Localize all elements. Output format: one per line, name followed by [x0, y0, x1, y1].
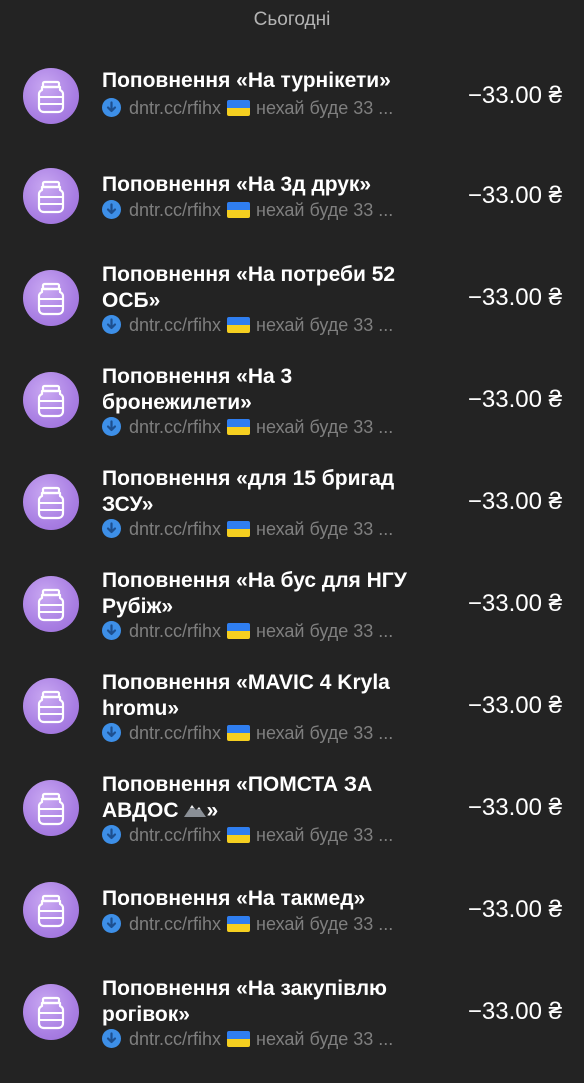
ukraine-flag-icon — [227, 317, 251, 333]
transaction-link: dntr.cc/rfihx — [129, 98, 222, 118]
link-arrow-icon — [102, 417, 121, 436]
link-arrow-icon — [102, 519, 121, 538]
transaction-link: dntr.cc/rfihx — [129, 723, 222, 743]
transaction-subtitle: dntr.cc/rfihx нехай буде 33 ... — [102, 199, 432, 221]
jar-icon — [23, 984, 79, 1040]
jar-icon — [23, 68, 79, 124]
transaction-note: нехай буде 33 ... — [256, 98, 394, 118]
transaction-note: нехай буде 33 ... — [256, 519, 394, 539]
transaction-amount: −33.00 ₴ — [467, 488, 562, 515]
ukraine-flag-icon — [227, 521, 251, 537]
transaction-amount: −33.00 ₴ — [467, 692, 562, 719]
transaction-note: нехай буде 33 ... — [256, 825, 394, 845]
transaction-subtitle: dntr.cc/rfihx нехай буде 33 ... — [102, 416, 432, 438]
transaction-row[interactable]: Поповнення «На 3д друк» dntr.cc/rfihx нех… — [0, 162, 584, 262]
transaction-row[interactable]: Поповнення «На закупівлю рогівок» dntr.cc… — [0, 976, 584, 1076]
transaction-amount: −33.00 ₴ — [467, 896, 562, 923]
transaction-subtitle: dntr.cc/rfihx нехай буде 33 ... — [102, 97, 432, 119]
ukraine-flag-icon — [227, 1031, 251, 1047]
transaction-link: dntr.cc/rfihx — [129, 200, 222, 220]
transaction-title: Поповнення «На такмед» — [102, 887, 366, 910]
transaction-note: нехай буде 33 ... — [256, 315, 394, 335]
jar-icon — [23, 780, 79, 836]
transaction-amount: −33.00 ₴ — [467, 998, 562, 1025]
ukraine-flag-icon — [227, 623, 251, 639]
mountain-icon — [183, 805, 206, 817]
transaction-subtitle: dntr.cc/rfihx нехай буде 33 ... — [102, 1028, 432, 1050]
transaction-row[interactable]: Поповнення «На турнікети» dntr.cc/rfihx н… — [0, 60, 584, 160]
transaction-subtitle: dntr.cc/rfihx нехай буде 33 ... — [102, 518, 432, 540]
transaction-note: нехай буде 33 ... — [256, 914, 394, 934]
transaction-title: Поповнення «На турнікети» — [102, 69, 391, 92]
link-arrow-icon — [102, 315, 121, 334]
transaction-title: Поповнення «На бус для НГУ Рубіж» — [102, 569, 407, 618]
transaction-title: Поповнення «ПОМСТА ЗА АВДОС» — [102, 773, 373, 822]
transaction-link: dntr.cc/rfihx — [129, 417, 222, 437]
link-arrow-icon — [102, 621, 121, 640]
transaction-amount: −33.00 ₴ — [467, 386, 562, 413]
transaction-row[interactable]: Поповнення «ПОМСТА ЗА АВДОС» dntr.cc/rfi… — [0, 772, 584, 872]
ukraine-flag-icon — [227, 827, 251, 843]
transaction-title: Поповнення «На 3д друк» — [102, 173, 372, 196]
transaction-note: нехай буде 33 ... — [256, 200, 394, 220]
transaction-amount: −33.00 ₴ — [467, 794, 562, 821]
ukraine-flag-icon — [227, 100, 251, 116]
link-arrow-icon — [102, 825, 121, 844]
transaction-link: dntr.cc/rfihx — [129, 1029, 222, 1049]
transaction-link: dntr.cc/rfihx — [129, 315, 222, 335]
ukraine-flag-icon — [227, 916, 251, 932]
jar-icon — [23, 372, 79, 428]
jar-icon — [23, 168, 79, 224]
jar-icon — [23, 678, 79, 734]
ukraine-flag-icon — [227, 419, 251, 435]
transaction-subtitle: dntr.cc/rfihx нехай буде 33 ... — [102, 824, 432, 846]
jar-icon — [23, 474, 79, 530]
section-header-today: Сьогодні — [253, 9, 331, 30]
transaction-link: dntr.cc/rfihx — [129, 825, 222, 845]
jar-icon — [23, 270, 79, 326]
link-arrow-icon — [102, 1029, 121, 1048]
ukraine-flag-icon — [227, 725, 251, 741]
transaction-row[interactable]: Поповнення «На бус для НГУ Рубіж» dntr.cc… — [0, 568, 584, 668]
transaction-note: нехай буде 33 ... — [256, 1029, 394, 1049]
transaction-amount: −33.00 ₴ — [467, 590, 562, 617]
jar-icon — [23, 576, 79, 632]
transaction-title: Поповнення «На 3 бронежилети» — [102, 365, 293, 414]
transaction-title: Поповнення «для 15 бригад ЗСУ» — [102, 467, 395, 516]
transaction-title: Поповнення «MAVIC 4 Kryla hromu» — [102, 671, 390, 720]
link-arrow-icon — [102, 200, 121, 219]
transaction-note: нехай буде 33 ... — [256, 621, 394, 641]
transaction-subtitle: dntr.cc/rfihx нехай буде 33 ... — [102, 314, 432, 336]
ukraine-flag-icon — [227, 202, 251, 218]
transaction-row[interactable]: Поповнення «MAVIC 4 Kryla hromu» dntr.cc/… — [0, 670, 584, 770]
transaction-amount: −33.00 ₴ — [467, 82, 562, 109]
transactions-screen: Сьогодні Поповнення «На турнікети» dntr.… — [0, 0, 584, 1083]
link-arrow-icon — [102, 723, 121, 742]
transaction-amount: −33.00 ₴ — [467, 284, 562, 311]
transaction-subtitle: dntr.cc/rfihx нехай буде 33 ... — [102, 722, 432, 744]
transaction-row[interactable]: Поповнення «На 3 бронежилети» dntr.cc/rfi… — [0, 364, 584, 464]
transaction-row[interactable]: Поповнення «На потреби 52 ОСБ» dntr.cc/rf… — [0, 262, 584, 362]
transaction-link: dntr.cc/rfihx — [129, 519, 222, 539]
transaction-link: dntr.cc/rfihx — [129, 621, 222, 641]
transaction-note: нехай буде 33 ... — [256, 417, 394, 437]
transaction-row[interactable]: Поповнення «На такмед» dntr.cc/rfihx неха… — [0, 874, 584, 974]
jar-icon — [23, 882, 79, 938]
transaction-row[interactable]: Поповнення «для 15 бригад ЗСУ» dntr.cc/rf… — [0, 466, 584, 566]
transaction-subtitle: dntr.cc/rfihx нехай буде 33 ... — [102, 620, 432, 642]
transaction-note: нехай буде 33 ... — [256, 723, 394, 743]
link-arrow-icon — [102, 914, 121, 933]
transaction-title: Поповнення «На потреби 52 ОСБ» — [102, 263, 396, 312]
transaction-subtitle: dntr.cc/rfihx нехай буде 33 ... — [102, 913, 432, 935]
transaction-amount: −33.00 ₴ — [467, 182, 562, 209]
transaction-link: dntr.cc/rfihx — [129, 914, 222, 934]
transaction-title: Поповнення «На закупівлю рогівок» — [102, 977, 387, 1026]
link-arrow-icon — [102, 98, 121, 117]
